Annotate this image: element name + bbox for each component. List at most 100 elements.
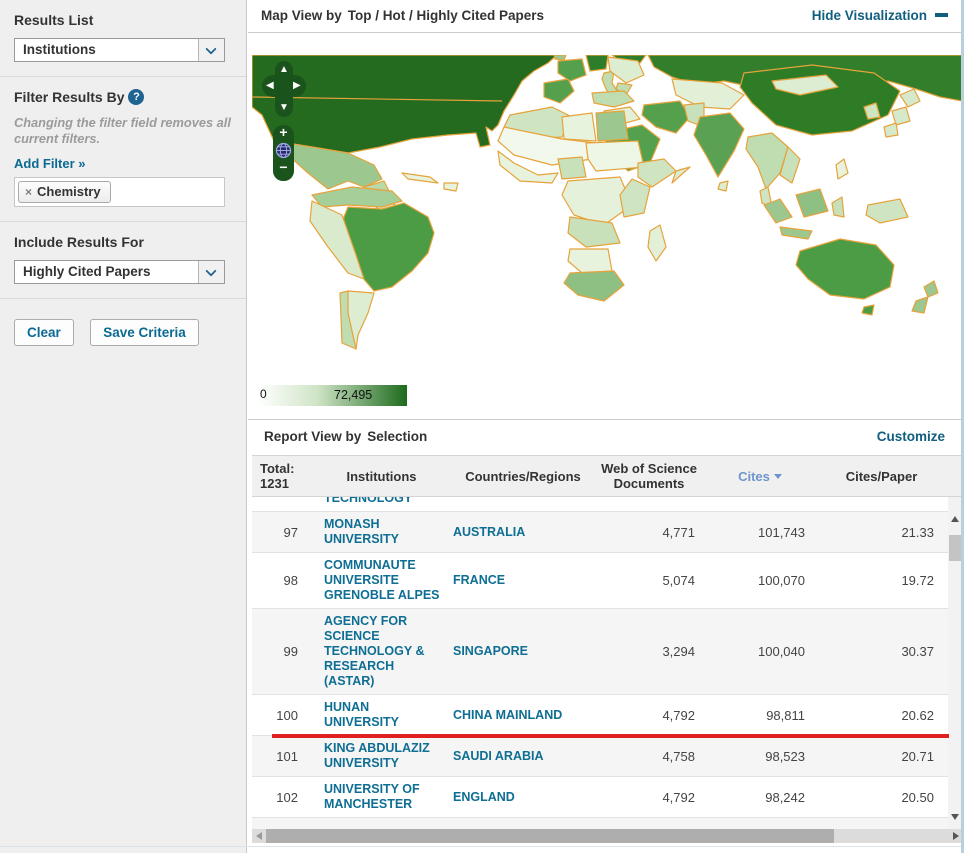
- pan-right-arrow-icon[interactable]: ▶: [293, 81, 301, 91]
- pan-up-arrow-icon[interactable]: ▲: [279, 65, 289, 75]
- cell-cites: 100,070: [705, 573, 815, 588]
- cell-country[interactable]: SINGAPORE: [453, 644, 593, 659]
- world-map[interactable]: ▲ ◀ ▶ ▼ + − 0 72,495: [248, 33, 961, 420]
- table-row: CHEMICAL TECHNOLOGYMAINLAND: [252, 497, 948, 512]
- vertical-scrollbar[interactable]: [948, 497, 962, 829]
- cell-institution[interactable]: COMMUNAUTE UNIVERSITE GRENOBLE ALPES: [310, 558, 453, 603]
- report-view-title-detail: Selection: [367, 429, 427, 444]
- results-table: Total: 1231 Institutions Countries/Regio…: [252, 455, 962, 843]
- cell-institution[interactable]: CHEMICAL TECHNOLOGY: [310, 497, 453, 506]
- cell-institution[interactable]: UNIVERSITY OF MANCHESTER: [310, 782, 453, 812]
- zoom-out-button[interactable]: −: [273, 160, 294, 176]
- cell-country[interactable]: FRANCE: [453, 573, 593, 588]
- cell-rank: 102: [252, 790, 310, 805]
- hide-visualization-link[interactable]: Hide Visualization: [812, 0, 948, 32]
- legend-min-value: 0: [260, 387, 267, 401]
- cell-cpp: 20.50: [815, 790, 948, 805]
- cell-country[interactable]: MAINLAND: [453, 497, 593, 499]
- page-bottom-divider: [0, 846, 961, 847]
- column-header-countries: Countries/Regions: [453, 469, 593, 484]
- cell-cites: 101,743: [705, 525, 815, 540]
- report-view-header: Report View bySelection Customize: [248, 420, 961, 455]
- column-header-institutions: Institutions: [310, 469, 453, 484]
- filter-chip-label: Chemistry: [37, 184, 101, 199]
- globe-icon[interactable]: [275, 142, 292, 159]
- include-results-section: Include Results For Highly Cited Papers: [0, 222, 246, 299]
- filter-note: Changing the filter field removes all cu…: [14, 115, 232, 147]
- cell-rank: 101: [252, 749, 310, 764]
- total-count-header: Total: 1231: [252, 461, 310, 491]
- scroll-down-arrow[interactable]: [948, 809, 962, 825]
- horizontal-scrollbar-thumb[interactable]: [266, 829, 834, 843]
- cell-docs: 4,758: [593, 749, 705, 764]
- pan-left-arrow-icon[interactable]: ◀: [266, 81, 274, 91]
- remove-chip-icon[interactable]: ×: [25, 185, 32, 199]
- include-results-dropdown[interactable]: Highly Cited Papers: [14, 260, 225, 284]
- cell-rank: 98: [252, 573, 310, 588]
- dropdown-button: [198, 39, 224, 61]
- cell-rank: 99: [252, 644, 310, 659]
- chevron-down-icon: [205, 265, 216, 276]
- results-list-dropdown[interactable]: Institutions: [14, 38, 225, 62]
- dropdown-button: [198, 261, 224, 283]
- results-list-section: Results List Institutions: [0, 0, 246, 77]
- cell-cpp: 30.37: [815, 644, 948, 659]
- vertical-scrollbar-thumb[interactable]: [949, 535, 961, 561]
- map-view-header: Map View by Top / Hot / Highly Cited Pape…: [248, 0, 961, 33]
- column-header-cites[interactable]: Cites: [705, 469, 815, 484]
- sort-caret-icon: [774, 474, 782, 479]
- cell-cpp: 20.71: [815, 749, 948, 764]
- table-row: 101KING ABDULAZIZ UNIVERSITYSAUDI ARABIA…: [252, 736, 948, 777]
- scroll-right-arrow[interactable]: [948, 829, 962, 843]
- cell-country[interactable]: CHINA MAINLAND: [453, 708, 593, 723]
- cell-country[interactable]: SAUDI ARABIA: [453, 749, 593, 764]
- table-row: 103TOHOKUJAPAN6,55697,55214.88: [252, 818, 948, 829]
- filter-heading: Filter Results By: [14, 89, 124, 105]
- map-zoom-control: + −: [273, 125, 294, 181]
- sidebar: Results List Institutions Filter Results…: [0, 0, 247, 853]
- cell-docs: 5,074: [593, 573, 705, 588]
- table-viewport: CHEMICAL TECHNOLOGYMAINLAND 97MONASH UNIV…: [252, 497, 962, 829]
- cell-cpp: 21.33: [815, 525, 948, 540]
- zoom-in-button[interactable]: +: [273, 125, 294, 141]
- table-row: 100HUNAN UNIVERSITYCHINA MAINLAND4,79298…: [252, 695, 948, 736]
- cell-institution[interactable]: KING ABDULAZIZ UNIVERSITY: [310, 741, 453, 771]
- cell-country[interactable]: ENGLAND: [453, 790, 593, 805]
- table-row: 102UNIVERSITY OF MANCHESTERENGLAND4,7929…: [252, 777, 948, 818]
- help-icon[interactable]: ?: [128, 89, 144, 105]
- cell-docs: 3,294: [593, 644, 705, 659]
- map-view-title-detail: Top / Hot / Highly Cited Papers: [348, 8, 544, 23]
- results-list-heading: Results List: [14, 12, 232, 28]
- include-results-value: Highly Cited Papers: [15, 261, 224, 283]
- customize-link[interactable]: Customize: [877, 420, 945, 454]
- map-view-title: Map View by: [261, 8, 342, 23]
- clear-button[interactable]: Clear: [14, 319, 74, 346]
- include-results-heading: Include Results For: [14, 234, 232, 250]
- cell-cpp: 20.62: [815, 708, 948, 723]
- sidebar-buttons: Clear Save Criteria: [0, 299, 246, 366]
- chevron-down-icon: [205, 43, 216, 54]
- cell-institution[interactable]: AGENCY FOR SCIENCE TECHNOLOGY & RESEARCH…: [310, 614, 453, 689]
- scroll-left-arrow[interactable]: [252, 829, 266, 843]
- cell-cites: 98,811: [705, 708, 815, 723]
- table-row: 98COMMUNAUTE UNIVERSITE GRENOBLE ALPESFR…: [252, 553, 948, 609]
- cell-institution[interactable]: HUNAN UNIVERSITY: [310, 700, 453, 730]
- main-panel: Map View by Top / Hot / Highly Cited Pape…: [248, 0, 961, 853]
- column-header-cites-per-paper: Cites/Paper: [815, 469, 948, 484]
- world-map-svg: [252, 55, 961, 385]
- legend-max-value: 72,495: [334, 388, 372, 402]
- cell-docs: 4,771: [593, 525, 705, 540]
- cell-rank: 97: [252, 525, 310, 540]
- cell-institution[interactable]: MONASH UNIVERSITY: [310, 517, 453, 547]
- pan-down-arrow-icon[interactable]: ▼: [279, 103, 289, 113]
- cell-docs: 4,792: [593, 708, 705, 723]
- horizontal-scrollbar[interactable]: [252, 829, 962, 843]
- map-color-legend: 0 72,495: [258, 385, 407, 406]
- save-criteria-button[interactable]: Save Criteria: [90, 319, 199, 346]
- filter-section: Filter Results By? Changing the filter f…: [0, 77, 246, 222]
- scroll-up-arrow[interactable]: [948, 511, 962, 527]
- cell-docs: 4,792: [593, 790, 705, 805]
- cell-country[interactable]: AUSTRALIA: [453, 525, 593, 540]
- results-list-value: Institutions: [15, 39, 224, 61]
- add-filter-link[interactable]: Add Filter »: [14, 156, 86, 171]
